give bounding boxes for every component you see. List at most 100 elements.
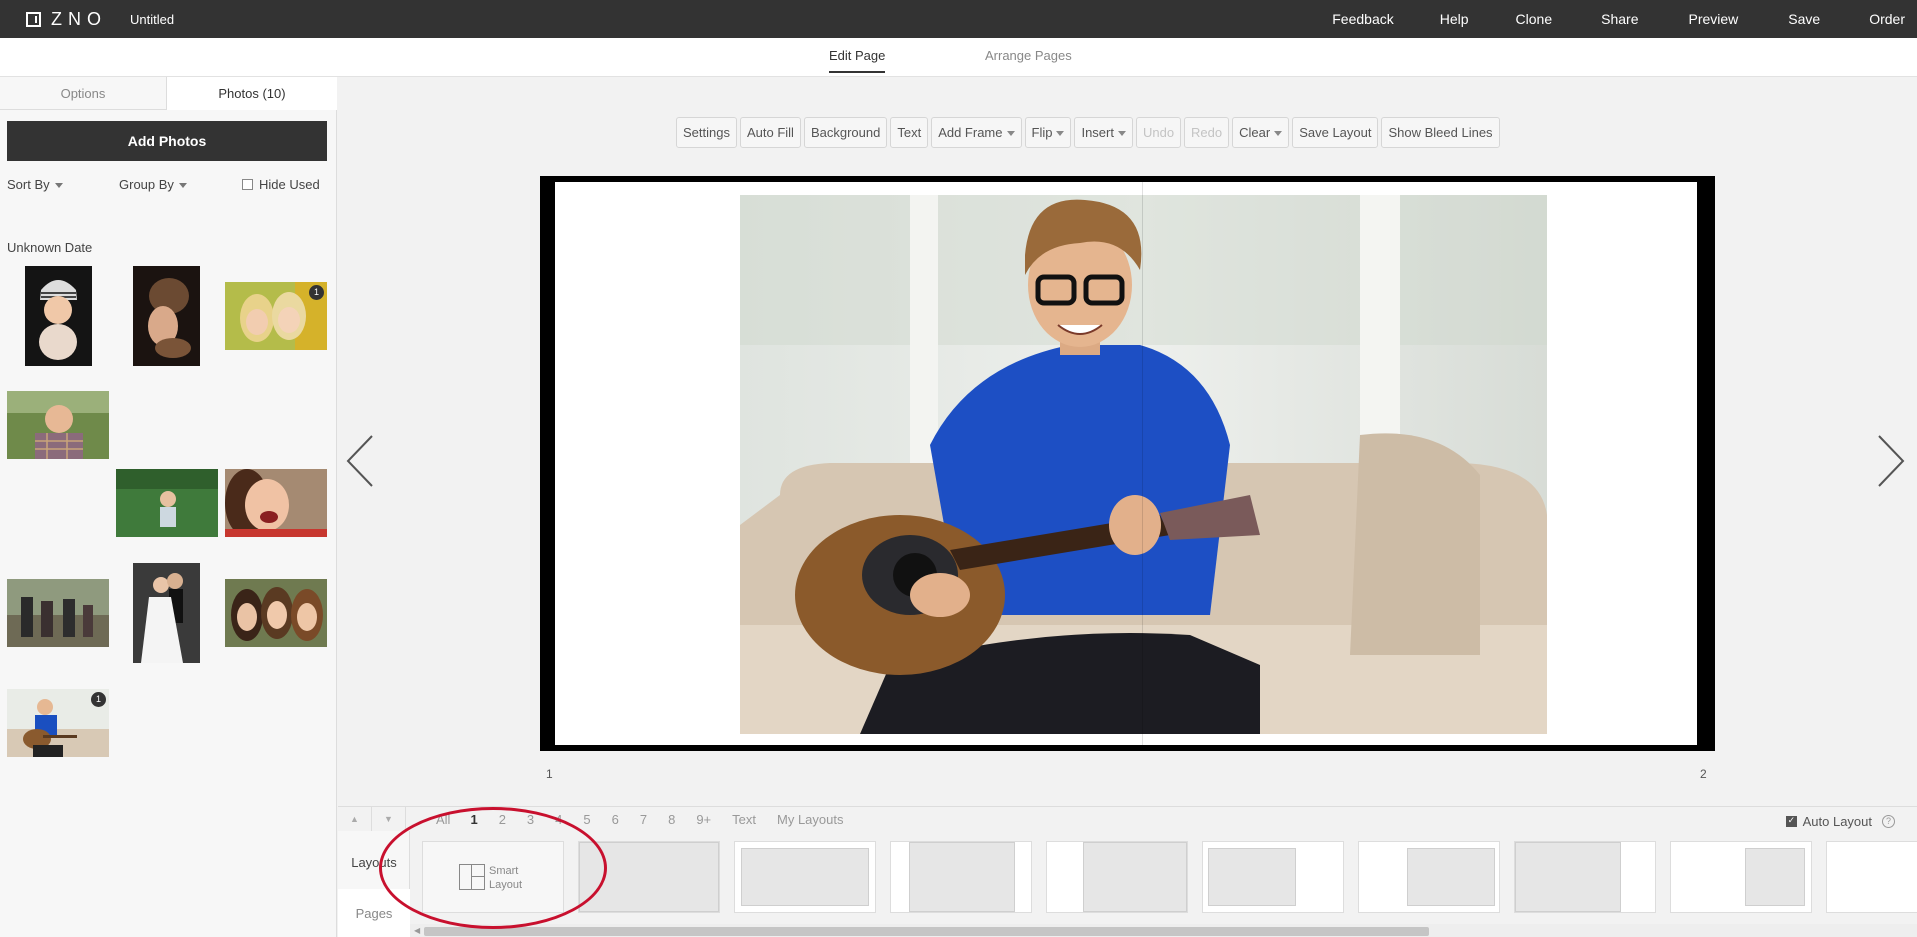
insert-button[interactable]: Insert xyxy=(1074,117,1133,148)
filter-4[interactable]: 4 xyxy=(555,812,562,828)
redo-button[interactable]: Redo xyxy=(1184,117,1230,148)
save-button[interactable]: Save xyxy=(1788,0,1820,38)
chevron-down-icon xyxy=(54,183,63,189)
photo-thumbnail[interactable] xyxy=(133,266,200,366)
add-frame-button[interactable]: Add Frame xyxy=(931,117,1022,148)
background-button[interactable]: Background xyxy=(803,117,888,148)
top-bar: ZNO Untitled Feedback Help Clone Share P… xyxy=(0,0,1917,38)
sort-by-dropdown[interactable]: Sort By xyxy=(7,177,63,192)
filter-2[interactable]: 2 xyxy=(499,812,506,828)
filter-8[interactable]: 8 xyxy=(668,812,675,828)
child-grass-photo-image xyxy=(116,469,218,537)
tab-pages[interactable]: Pages xyxy=(338,889,410,937)
chevron-right-icon xyxy=(1878,435,1905,487)
filter-9-plus[interactable]: 9+ xyxy=(696,812,711,828)
edit-toolbar: Settings Auto Fill Background Text Add F… xyxy=(676,117,1500,149)
layout-placeholder xyxy=(1515,842,1621,912)
spread-photo-frame[interactable] xyxy=(740,195,1547,734)
insert-label: Insert xyxy=(1081,125,1114,140)
add-photos-button[interactable]: Add Photos xyxy=(7,121,327,161)
layout-card[interactable] xyxy=(1670,841,1812,913)
page-number-left: 1 xyxy=(546,767,553,781)
scroll-left-icon[interactable]: ◀ xyxy=(414,926,420,935)
settings-button[interactable]: Settings xyxy=(676,117,737,148)
filter-5[interactable]: 5 xyxy=(583,812,590,828)
photo-thumbnail[interactable] xyxy=(7,391,109,459)
women-photo-image xyxy=(225,579,327,647)
help-icon[interactable]: ? xyxy=(1882,815,1895,828)
next-page-arrow[interactable] xyxy=(1876,433,1906,494)
show-bleed-lines-button[interactable]: Show Bleed Lines xyxy=(1381,117,1500,148)
photo-thumbnail[interactable] xyxy=(116,469,218,537)
flip-button[interactable]: Flip xyxy=(1024,117,1072,148)
tab-options[interactable]: Options xyxy=(0,77,167,110)
logo-mark-icon xyxy=(26,11,41,27)
layout-card[interactable] xyxy=(890,841,1032,913)
filter-7[interactable]: 7 xyxy=(640,812,647,828)
layout-card[interactable] xyxy=(734,841,876,913)
smart-layout-line-1: Smart xyxy=(489,865,519,877)
photo-thumbnail[interactable] xyxy=(133,563,200,663)
wedding-photo-image xyxy=(133,563,200,663)
document-title[interactable]: Untitled xyxy=(130,12,174,27)
photo-thumbnail[interactable]: 1 xyxy=(7,689,109,757)
feedback-link[interactable]: Feedback xyxy=(1332,0,1393,38)
used-count-badge: 1 xyxy=(309,285,324,300)
zno-logo[interactable]: ZNO xyxy=(26,10,107,28)
newborn-photo-image xyxy=(133,266,200,366)
photo-thumbnail[interactable] xyxy=(225,469,327,537)
scrollbar-thumb[interactable] xyxy=(424,927,1429,936)
layout-card[interactable] xyxy=(1358,841,1500,913)
panel-up-button[interactable]: ▲ xyxy=(338,807,372,831)
photo-thumbnail[interactable]: 1 xyxy=(225,282,327,350)
photo-thumbnail[interactable] xyxy=(225,579,327,647)
layout-card[interactable] xyxy=(1202,841,1344,913)
filter-6[interactable]: 6 xyxy=(612,812,619,828)
filter-all[interactable]: All xyxy=(436,812,450,828)
layout-card[interactable] xyxy=(1826,841,1917,913)
layout-card[interactable] xyxy=(1046,841,1188,913)
layout-placeholder xyxy=(909,842,1015,912)
layout-card[interactable] xyxy=(1514,841,1656,913)
layouts-horizontal-scrollbar[interactable]: ◀ xyxy=(410,924,1917,937)
auto-layout-checkbox[interactable] xyxy=(1785,815,1797,827)
panel-collapse-controls: ▲ ▼ xyxy=(338,807,406,831)
tab-arrange-pages[interactable]: Arrange Pages xyxy=(985,48,1072,71)
auto-layout-toggle[interactable]: Auto Layout ? xyxy=(1785,814,1895,829)
tab-photos[interactable]: Photos (10) xyxy=(167,77,337,110)
layout-placeholder xyxy=(1083,842,1187,912)
filter-3[interactable]: 3 xyxy=(527,812,534,828)
panel-down-button[interactable]: ▼ xyxy=(372,807,406,831)
clone-button[interactable]: Clone xyxy=(1516,0,1553,38)
help-link[interactable]: Help xyxy=(1440,0,1469,38)
text-button[interactable]: Text xyxy=(890,117,929,148)
clear-button[interactable]: Clear xyxy=(1232,117,1290,148)
group-by-label: Group By xyxy=(119,177,174,192)
chevron-down-icon xyxy=(1006,131,1015,137)
group-by-dropdown[interactable]: Group By xyxy=(119,177,187,192)
hide-used-toggle[interactable]: Hide Used xyxy=(242,177,320,192)
share-button[interactable]: Share xyxy=(1601,0,1638,38)
filter-my-layouts[interactable]: My Layouts xyxy=(777,812,843,828)
order-button[interactable]: Order xyxy=(1869,0,1905,38)
tab-layouts[interactable]: Layouts xyxy=(338,855,410,870)
spread-page-area[interactable] xyxy=(555,182,1697,745)
page-spread[interactable] xyxy=(540,176,1715,751)
photo-thumbnail[interactable] xyxy=(25,266,92,366)
panel-side-tabs: Layouts Pages xyxy=(338,831,410,937)
photos-sidebar: Options Photos (10) Add Photos Sort By G… xyxy=(0,77,337,937)
hide-used-checkbox[interactable] xyxy=(242,179,253,190)
auto-fill-button[interactable]: Auto Fill xyxy=(739,117,801,148)
filter-text[interactable]: Text xyxy=(732,812,756,828)
sort-by-label: Sort By xyxy=(7,177,50,192)
save-layout-button[interactable]: Save Layout xyxy=(1292,117,1379,148)
tab-edit-page[interactable]: Edit Page xyxy=(829,48,886,73)
undo-button[interactable]: Undo xyxy=(1135,117,1182,148)
layout-card[interactable] xyxy=(578,841,720,913)
family-photo-image xyxy=(7,579,109,647)
filter-1[interactable]: 1 xyxy=(470,812,477,828)
previous-page-arrow[interactable] xyxy=(345,433,375,494)
photo-thumbnail[interactable] xyxy=(7,579,109,647)
smart-layout-card[interactable]: Smart Layout xyxy=(422,841,564,913)
preview-button[interactable]: Preview xyxy=(1688,0,1738,38)
